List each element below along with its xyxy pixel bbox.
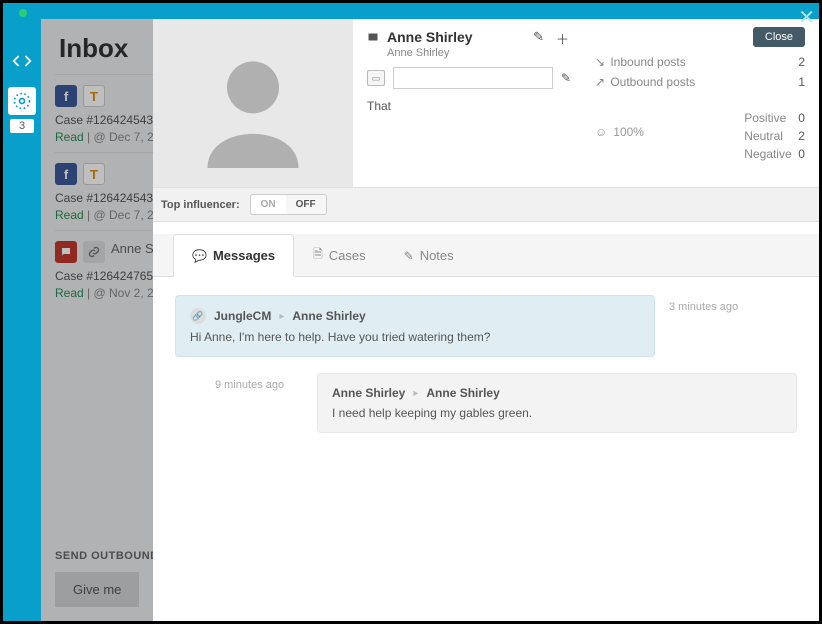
outbound-label: Outbound posts <box>610 75 695 89</box>
avatar <box>153 19 353 187</box>
top-bar <box>3 3 819 19</box>
card-icon <box>367 31 379 43</box>
message-from: JungleCM <box>214 309 271 323</box>
toggle-off[interactable]: OFF <box>286 195 326 214</box>
presence-dot <box>19 9 27 17</box>
influencer-row: Top influencer: ON OFF <box>153 187 819 222</box>
sentiment-pct: 100% <box>613 125 644 139</box>
tab-label: Cases <box>329 248 366 263</box>
inbound-label: Inbound posts <box>610 55 685 69</box>
tab-cases[interactable]: 🗎 Cases <box>294 234 385 276</box>
inbound-arrow-icon: ↘ <box>595 55 607 69</box>
outbound-value: 1 <box>798 75 805 89</box>
rail-gear-icon[interactable] <box>8 87 36 115</box>
chevron-right-icon: ▸ <box>279 311 284 322</box>
tab-notes[interactable]: ✎ Notes <box>385 234 473 276</box>
message-bubble[interactable]: 🔗 JungleCM ▸ Anne Shirley Hi Anne, I'm h… <box>175 295 655 357</box>
influencer-toggle[interactable]: ON OFF <box>250 194 327 215</box>
negative-label: Negative <box>744 147 791 161</box>
contact-input[interactable] <box>393 67 553 89</box>
message-from: Anne Shirley <box>332 386 405 400</box>
notes-icon: ✎ <box>404 249 414 263</box>
message-body: Hi Anne, I'm here to help. Have you trie… <box>190 330 640 344</box>
edit-icon[interactable]: ✎ <box>533 29 544 48</box>
contact-card-icon: ▭ <box>367 70 385 86</box>
detail-panel: ✕ Close ✎ ＋ Anne Shirley Anne Shirley ▭ … <box>153 19 819 621</box>
tab-label: Notes <box>420 248 454 263</box>
toggle-on[interactable]: ON <box>251 195 286 214</box>
message-row: 9 minutes ago Anne Shirley ▸ Anne Shirle… <box>175 373 797 433</box>
close-button[interactable]: Close <box>753 27 805 47</box>
positive-value: 0 <box>798 111 805 125</box>
message-time: 3 minutes ago <box>669 301 738 313</box>
tab-messages[interactable]: 💬 Messages <box>173 234 294 277</box>
tab-label: Messages <box>213 248 275 263</box>
outbound-arrow-icon: ↗ <box>595 75 607 89</box>
neutral-value: 2 <box>798 129 805 143</box>
inbound-value: 2 <box>798 55 805 69</box>
left-rail: 3 <box>3 19 41 621</box>
rail-code-icon[interactable] <box>10 49 34 73</box>
user-name: Anne Shirley <box>387 29 473 45</box>
rail-badge: 3 <box>10 119 34 133</box>
link-icon: 🔗 <box>190 308 206 324</box>
add-icon[interactable]: ＋ <box>556 29 569 48</box>
cases-icon: 🗎 <box>313 245 323 266</box>
positive-label: Positive <box>744 111 786 125</box>
message-time: 9 minutes ago <box>215 379 284 391</box>
sentiment-icon: ☺ <box>595 125 607 139</box>
messages-area: 🔗 JungleCM ▸ Anne Shirley Hi Anne, I'm h… <box>153 277 819 621</box>
edit-contact-icon[interactable]: ✎ <box>561 71 571 85</box>
neutral-label: Neutral <box>744 129 783 143</box>
tabs: 💬 Messages 🗎 Cases ✎ Notes <box>153 234 819 277</box>
message-body: I need help keeping my gables green. <box>332 406 782 420</box>
message-to: Anne Shirley <box>292 309 365 323</box>
chevron-right-icon: ▸ <box>413 388 418 399</box>
message-bubble[interactable]: Anne Shirley ▸ Anne Shirley I need help … <box>317 373 797 433</box>
influencer-label: Top influencer: <box>161 199 240 211</box>
message-row: 🔗 JungleCM ▸ Anne Shirley Hi Anne, I'm h… <box>175 295 797 357</box>
negative-value: 0 <box>798 147 805 161</box>
messages-icon: 💬 <box>192 249 207 263</box>
message-to: Anne Shirley <box>426 386 499 400</box>
stats-block: ↘ Inbound posts 2 ↗ Outbound posts 1 ☺ 1… <box>595 55 805 165</box>
